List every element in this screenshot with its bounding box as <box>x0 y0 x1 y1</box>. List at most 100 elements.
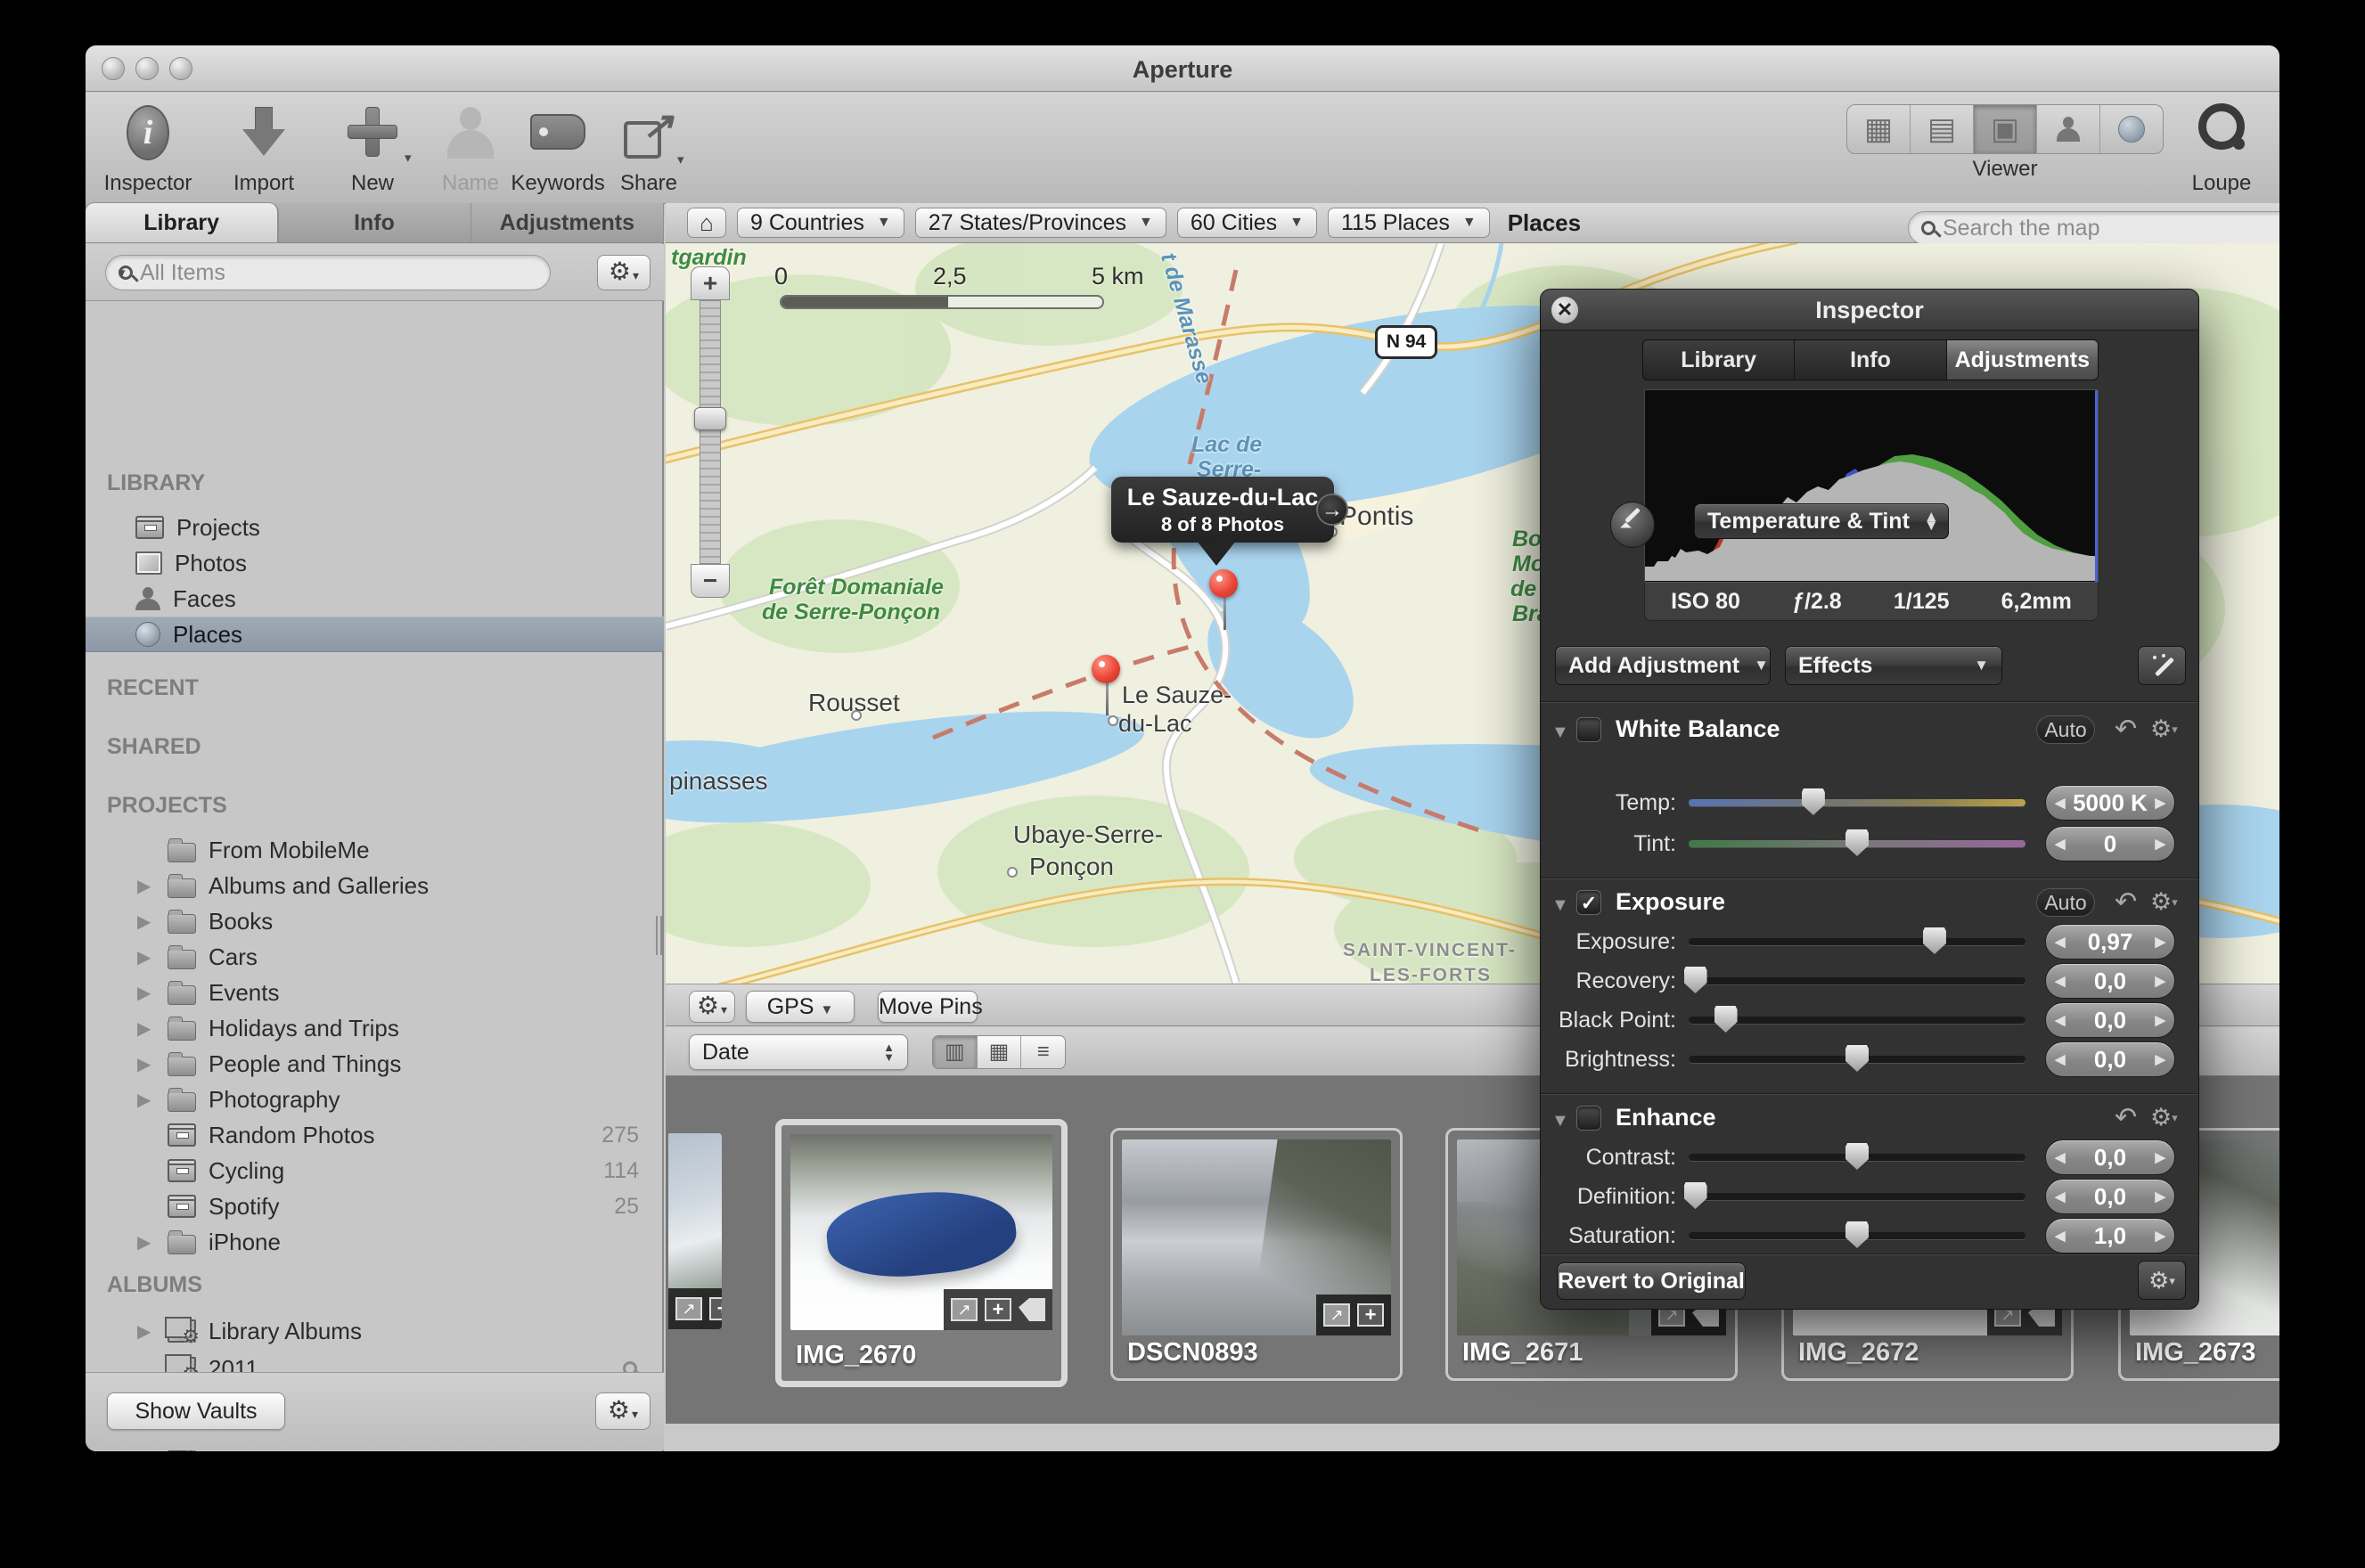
recovery-slider-track[interactable] <box>1689 977 2025 984</box>
sidebar-item-photos[interactable]: Photos <box>86 545 664 581</box>
disclosure-triangle-icon[interactable]: ▶ <box>137 1017 151 1040</box>
white-balance-mode-dropdown[interactable]: Temperature & Tint ▲▼ <box>1694 503 1949 539</box>
tint-slider-thumb[interactable] <box>1845 829 1869 856</box>
saturation-value-stepper[interactable]: ◀1,0▶ <box>2045 1218 2175 1254</box>
faces-view-button[interactable] <box>2037 105 2100 153</box>
grid-view-button[interactable]: ▦ <box>978 1036 1022 1068</box>
viewer-view-button[interactable]: ▣ <box>1974 105 2037 153</box>
disclosure-triangle-icon[interactable]: ▶ <box>137 1231 151 1254</box>
exposure-value-stepper[interactable]: ◀0,97▶ <box>2045 924 2175 960</box>
black-point-slider-thumb[interactable] <box>1714 1006 1738 1033</box>
contrast-slider-thumb[interactable] <box>1845 1143 1869 1170</box>
sidebar-resize-handle[interactable] <box>656 916 663 955</box>
sidebar-item-events[interactable]: ▶ Events <box>86 975 664 1010</box>
add-adjustment-dropdown[interactable]: Add Adjustment▼ <box>1555 646 1771 685</box>
brightness-slider-track[interactable] <box>1689 1056 2025 1063</box>
disclosure-triangle-icon[interactable]: ▶ <box>137 1053 151 1075</box>
map-search-field[interactable]: Search the map <box>1908 211 2279 245</box>
sidebar-item-places[interactable]: Places <box>86 617 664 652</box>
gear-icon[interactable]: ⚙▾ <box>2150 1104 2178 1131</box>
sidebar-item-cycling[interactable]: Cycling 114 <box>86 1153 664 1188</box>
sidebar-item-books[interactable]: ▶ Books <box>86 903 664 939</box>
show-vaults-button[interactable]: Show Vaults <box>107 1392 285 1430</box>
brightness-value-stepper[interactable]: ◀0,0▶ <box>2045 1041 2175 1077</box>
effects-dropdown[interactable]: Effects▼ <box>1785 646 2002 685</box>
sidebar-item-people-and-things[interactable]: ▶ People and Things <box>86 1046 664 1082</box>
temp-value-stepper[interactable]: ◀5000 K▶ <box>2045 785 2175 821</box>
places-dropdown[interactable]: 115 Places▼ <box>1328 208 1490 238</box>
home-button[interactable]: ⌂ <box>687 208 726 238</box>
place-callout[interactable]: Le Sauze-du-Lac 8 of 8 Photos → <box>1111 477 1334 543</box>
gear-icon[interactable]: ⚙▾ <box>2150 888 2178 916</box>
gps-dropdown-button[interactable]: GPS ▼ <box>746 991 855 1023</box>
zoom-slider-track[interactable] <box>700 300 721 564</box>
thumbnail-img-2670[interactable]: ↗ + IMG_2670 <box>775 1119 1068 1387</box>
browser-view-button[interactable]: ▤ <box>1911 105 1974 153</box>
definition-slider-thumb[interactable] <box>1684 1182 1707 1209</box>
states-dropdown[interactable]: 27 States/Provinces▼ <box>915 208 1166 238</box>
places-view-button[interactable] <box>2100 105 2163 153</box>
temp-slider-track[interactable] <box>1689 799 2025 806</box>
black-point-slider-track[interactable] <box>1689 1017 2025 1024</box>
reset-icon[interactable]: ↶ <box>2115 886 2137 918</box>
grid-view-button[interactable]: ▦ <box>1847 105 1911 153</box>
disclosure-triangle-icon[interactable]: ▶ <box>137 946 151 968</box>
thumbnail-partial[interactable]: ↗ + <box>668 1133 722 1329</box>
disclosure-triangle-icon[interactable]: ▶ <box>137 1320 151 1343</box>
black-point-value-stepper[interactable]: ◀0,0▶ <box>2045 1002 2175 1038</box>
disclosure-triangle-icon[interactable]: ▶ <box>137 982 151 1004</box>
sidebar-item-albums-and-galleries[interactable]: ▶ Albums and Galleries <box>86 868 664 903</box>
gear-icon[interactable]: ⚙▾ <box>2150 715 2178 743</box>
temp-slider-thumb[interactable] <box>1802 788 1825 815</box>
photo-pin-selected[interactable] <box>1209 569 1240 635</box>
share-toolbar-button[interactable]: ↗ ▾ Share <box>595 100 702 200</box>
disclosure-triangle-icon[interactable]: ▼ <box>1551 1111 1569 1131</box>
sidebar-item-spotify[interactable]: Spotify 25 <box>86 1188 664 1224</box>
sidebar-item-library-albums[interactable]: ▶ Library Albums <box>86 1313 664 1349</box>
zoom-out-button[interactable]: − <box>691 564 730 598</box>
loupe-button[interactable]: Loupe <box>2173 100 2271 200</box>
inspector-title-bar[interactable]: ✕ Inspector <box>1541 290 2198 331</box>
definition-slider-track[interactable] <box>1689 1193 2025 1200</box>
inspector-gear-button[interactable]: ⚙▾ <box>2138 1261 2186 1300</box>
list-view-button[interactable]: ≡ <box>1021 1036 1065 1068</box>
filmstrip-view-button[interactable]: ▥ <box>933 1036 978 1068</box>
library-search-field[interactable]: ▾ All Items <box>105 255 551 290</box>
auto-enhance-wand-button[interactable] <box>2138 646 2186 685</box>
exposure-slider-track[interactable] <box>1689 938 2025 945</box>
sidebar-item-faces[interactable]: Faces <box>86 581 664 617</box>
tab-library[interactable]: Library <box>86 203 278 242</box>
tint-value-stepper[interactable]: ◀0▶ <box>2045 826 2175 862</box>
revert-to-original-button[interactable]: Revert to Original <box>1557 1262 1746 1300</box>
sidebar-item-cars[interactable]: ▶ Cars <box>86 939 664 975</box>
callout-arrow-button[interactable]: → <box>1316 494 1348 526</box>
saturation-slider-thumb[interactable] <box>1845 1221 1869 1248</box>
sidebar-item-projects[interactable]: Projects <box>86 510 664 545</box>
disclosure-triangle-icon[interactable]: ▶ <box>137 875 151 897</box>
definition-value-stepper[interactable]: ◀0,0▶ <box>2045 1179 2175 1214</box>
disclosure-triangle-icon[interactable]: ▶ <box>137 911 151 933</box>
tab-adjustments[interactable]: Adjustments <box>471 203 664 242</box>
reset-icon[interactable]: ↶ <box>2115 1102 2137 1133</box>
recovery-slider-thumb[interactable] <box>1684 967 1707 993</box>
disclosure-triangle-icon[interactable]: ▼ <box>1551 895 1569 916</box>
exposure-checkbox[interactable]: ✓ <box>1576 890 1601 915</box>
disclosure-triangle-icon[interactable]: ▶ <box>137 1089 151 1111</box>
white-balance-auto-button[interactable]: Auto <box>2036 715 2095 744</box>
zoom-in-button[interactable]: + <box>691 266 730 300</box>
eyedropper-button[interactable] <box>1610 502 1655 548</box>
cities-dropdown[interactable]: 60 Cities▼ <box>1177 208 1317 238</box>
map-gear-button[interactable]: ⚙▾ <box>689 991 735 1023</box>
exposure-auto-button[interactable]: Auto <box>2036 888 2095 917</box>
tint-slider-track[interactable] <box>1689 840 2025 847</box>
exposure-slider-thumb[interactable] <box>1923 927 1946 954</box>
brightness-slider-thumb[interactable] <box>1845 1045 1869 1072</box>
sidebar-item-random-photos[interactable]: Random Photos 275 <box>86 1117 664 1153</box>
tab-info[interactable]: Info <box>278 203 471 242</box>
thumbnail-dscn0893[interactable]: ↗ + DSCN0893 <box>1110 1128 1403 1381</box>
inspector-tab-adjustments[interactable]: Adjustments <box>1947 340 2098 380</box>
move-pins-button[interactable]: Move Pins <box>878 991 978 1023</box>
sidebar-item-photography[interactable]: ▶ Photography <box>86 1082 664 1117</box>
countries-dropdown[interactable]: 9 Countries▼ <box>737 208 904 238</box>
disclosure-triangle-icon[interactable]: ▼ <box>1551 723 1569 743</box>
